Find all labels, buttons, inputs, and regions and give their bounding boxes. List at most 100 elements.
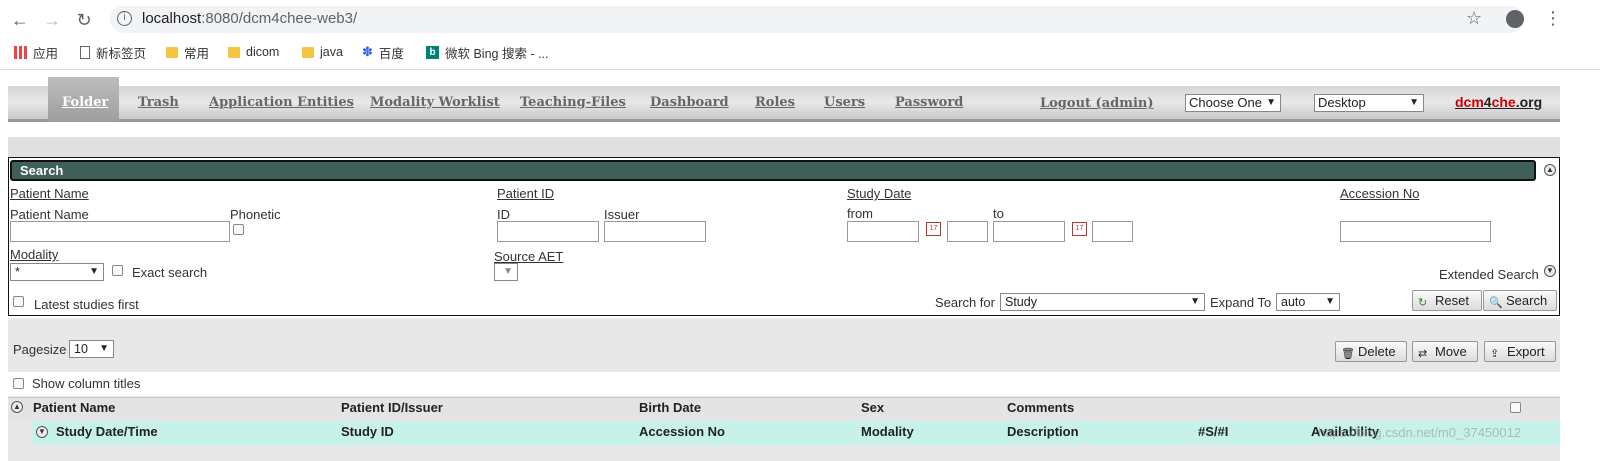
trash-icon: 🗑 [1341, 348, 1355, 360]
search-header: Search [10, 160, 1536, 181]
browser-chrome: ← → ↻ i localhost:8080/dcm4chee-web3/ ☆ … [0, 0, 1600, 70]
to-date-input[interactable] [993, 221, 1065, 242]
nav-dashboard[interactable]: Dashboard [650, 95, 729, 110]
to-time-input[interactable] [1092, 221, 1133, 242]
source-aet-select[interactable]: ▼ [494, 263, 518, 281]
brand-link[interactable]: dcm4che.org [1455, 94, 1542, 110]
search-button[interactable]: 🔍 Search [1483, 290, 1557, 311]
bookmark-common[interactable]: 常用 [166, 43, 209, 61]
pagesize-label: Pagesize [13, 342, 67, 357]
star-icon[interactable]: ☆ [1466, 8, 1482, 29]
calendar-icon[interactable]: 17 [926, 222, 941, 236]
reset-icon: ↻ [1418, 297, 1428, 309]
extended-search-label[interactable]: Extended Search [1439, 267, 1539, 282]
info-icon[interactable]: i [117, 11, 132, 26]
col-patient-id: Patient ID/Issuer [341, 400, 443, 415]
nav-modality-worklist[interactable]: Modality Worklist [370, 95, 500, 110]
desktop-select[interactable]: Desktop ▼ [1314, 94, 1424, 112]
reset-button[interactable]: ↻ Reset [1412, 290, 1482, 311]
issuer-input[interactable] [604, 221, 706, 242]
modality-value: * [15, 265, 20, 279]
patient-name-heading: Patient Name [10, 186, 89, 201]
watermark-text: https://blog.csdn.net/m0_37450012 [1318, 425, 1522, 440]
from-time-input[interactable] [947, 221, 988, 242]
choose-one-select[interactable]: Choose One ▼ [1185, 94, 1281, 112]
nav-logout[interactable]: Logout (admin) [1040, 96, 1154, 111]
folder-icon [302, 46, 314, 58]
patient-id-input[interactable] [497, 221, 599, 242]
expand-down-icon[interactable]: ▼ [36, 426, 48, 438]
accession-heading: Accession No [1340, 186, 1420, 201]
collapse-up-icon[interactable]: ▲ [1544, 164, 1556, 176]
nav-roles[interactable]: Roles [755, 95, 795, 110]
move-button[interactable]: ⇄ Move [1412, 341, 1478, 362]
search-for-select[interactable]: Study ▼ [1000, 293, 1205, 311]
apps-grid-icon [14, 45, 27, 59]
show-titles-checkbox[interactable] [13, 378, 24, 389]
nav-teaching-files[interactable]: Teaching-Files [520, 95, 626, 110]
study-date-heading: Study Date [847, 186, 912, 201]
col-patient-name: Patient Name [33, 400, 116, 415]
expand-down-icon[interactable]: ▼ [1544, 265, 1556, 277]
patient-name-input[interactable] [10, 221, 230, 242]
nav-password[interactable]: Password [895, 95, 963, 110]
patient-id-heading: Patient ID [497, 186, 555, 201]
dropdown-arrow-icon: ▼ [503, 266, 513, 277]
reload-icon[interactable]: ↻ [72, 8, 96, 32]
nav-folder[interactable]: Folder [62, 95, 108, 110]
folder-icon [228, 46, 240, 58]
nav-trash[interactable]: Trash [138, 95, 179, 110]
col-birth-date: Birth Date [639, 400, 702, 415]
magnifier-icon: 🔍 [1489, 297, 1503, 309]
collapse-up-icon[interactable]: ▲ [11, 401, 23, 413]
nav-users[interactable]: Users [824, 95, 865, 110]
paw-icon: ✽ [362, 44, 373, 59]
bookmark-newtab[interactable]: 新标签页 [80, 43, 146, 61]
desktop-value: Desktop [1318, 95, 1366, 110]
exact-search-checkbox[interactable] [112, 265, 123, 276]
pagesize-select[interactable]: 10 ▼ [69, 340, 114, 358]
move-icon: ⇄ [1418, 348, 1428, 360]
phonetic-checkbox[interactable] [233, 224, 244, 235]
bookmark-bing[interactable]: b 微软 Bing 搜索 - ... [426, 43, 549, 61]
bookmark-apps[interactable]: 应用 [14, 43, 58, 61]
menu-dots-icon[interactable]: ⋮ [1544, 8, 1562, 29]
to-label: to [993, 206, 1004, 221]
col-accession-no: Accession No [639, 424, 725, 439]
col-study-id: Study ID [341, 424, 394, 439]
back-arrow-icon[interactable]: ← [8, 8, 32, 32]
export-button[interactable]: ⇪ Export [1484, 341, 1556, 362]
show-titles-label: Show column titles [32, 376, 141, 391]
calendar-icon[interactable]: 17 [1072, 222, 1087, 236]
nav-application-entities[interactable]: Application Entities [209, 95, 354, 110]
delete-button[interactable]: 🗑 Delete [1335, 341, 1407, 362]
expand-to-select[interactable]: auto ▼ [1276, 293, 1340, 311]
dropdown-arrow-icon: ▼ [99, 343, 109, 354]
delete-label: Delete [1358, 344, 1396, 359]
patient-name-label: Patient Name [10, 207, 89, 222]
forward-arrow-icon[interactable]: → [40, 8, 64, 32]
choose-one-value: Choose One [1189, 95, 1262, 110]
expand-to-label: Expand To [1210, 295, 1272, 310]
dropdown-arrow-icon: ▼ [89, 266, 99, 277]
bookmark-dicom[interactable]: dicom [228, 43, 279, 61]
bookmark-baidu[interactable]: ✽ 百度 [362, 43, 404, 61]
modality-select[interactable]: * ▼ [10, 263, 104, 281]
page-icon [80, 45, 90, 59]
bing-icon: b [426, 45, 439, 59]
from-date-input[interactable] [847, 221, 919, 242]
bookmark-java[interactable]: java [302, 43, 343, 61]
id-label: ID [497, 207, 510, 222]
select-all-checkbox[interactable] [1510, 402, 1521, 413]
pagesize-value: 10 [74, 342, 88, 356]
search-label: Search [1506, 293, 1548, 308]
phonetic-label: Phonetic [230, 207, 281, 222]
export-icon: ⇪ [1490, 348, 1500, 360]
url-text: localhost:8080/dcm4chee-web3/ [142, 10, 358, 27]
reset-label: Reset [1435, 293, 1469, 308]
export-label: Export [1507, 344, 1545, 359]
accession-input[interactable] [1340, 221, 1491, 242]
account-icon[interactable] [1506, 10, 1524, 28]
latest-first-checkbox[interactable] [13, 296, 24, 307]
col-sex: Sex [861, 400, 885, 415]
